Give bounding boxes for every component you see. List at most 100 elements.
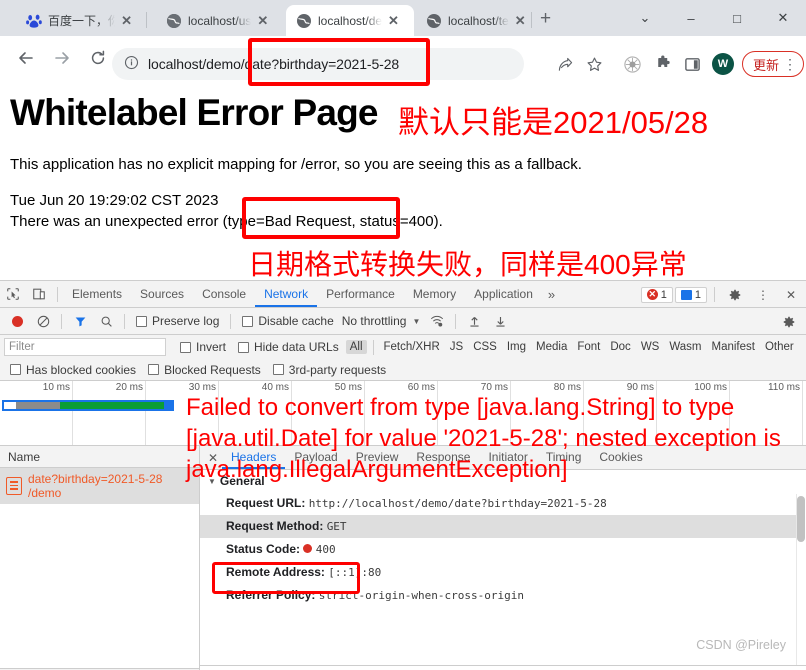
- scroll-thumb[interactable]: [797, 496, 805, 542]
- tab-close-icon-0[interactable]: ✕: [121, 14, 132, 27]
- chevron-down-icon[interactable]: ▼: [412, 317, 420, 326]
- incognito-guest-icon[interactable]: [618, 49, 648, 79]
- filter-type-media[interactable]: Media: [532, 340, 571, 354]
- filter-type-css[interactable]: CSS: [469, 340, 501, 354]
- checkbox-box: [238, 341, 250, 353]
- request-name: date?birthday=2021-5-28 /demo: [28, 472, 162, 500]
- page-title: Whitelabel Error Page: [10, 92, 379, 133]
- annotation-stack-trace: Failed to convert from type [java.lang.S…: [186, 394, 781, 483]
- inspect-cursor-icon[interactable]: [0, 281, 26, 307]
- search-icon[interactable]: [93, 308, 119, 334]
- more-panels-icon[interactable]: »: [542, 287, 561, 302]
- header-row-request-url: Request URL: http://localhost/demo/date?…: [200, 492, 806, 515]
- invert-checkbox[interactable]: Invert: [180, 340, 226, 354]
- filter-type-wasm[interactable]: Wasm: [665, 340, 705, 354]
- hide-data-urls-checkbox[interactable]: Hide data URLs: [238, 340, 339, 354]
- tab-close-icon-1[interactable]: ✕: [257, 14, 268, 27]
- reload-icon[interactable]: [84, 44, 112, 72]
- record-button[interactable]: [4, 308, 30, 334]
- update-button[interactable]: 更新 ⋮: [741, 51, 804, 77]
- devtools-tab-memory[interactable]: Memory: [404, 281, 465, 307]
- annotation-date-fail: 日期格式转换失败，同样是400异常: [248, 249, 687, 280]
- browser-tab-2[interactable]: localhost/de ✕: [286, 5, 414, 36]
- filter-type-fetch-xhr[interactable]: Fetch/XHR: [380, 340, 444, 354]
- browser-tab-label-1: localhost/us: [188, 13, 252, 28]
- devtools-tab-application[interactable]: Application: [465, 281, 542, 307]
- close-window-button[interactable]: ✕: [760, 2, 806, 34]
- filter-type-doc[interactable]: Doc: [606, 340, 634, 354]
- maximize-button[interactable]: □: [714, 2, 760, 34]
- tab-divider-1: [531, 12, 532, 28]
- request-list-empty-area: [0, 504, 199, 668]
- disable-cache-checkbox[interactable]: Disable cache: [242, 314, 334, 328]
- back-icon[interactable]: [12, 44, 40, 72]
- network-settings-gear-icon[interactable]: [776, 309, 802, 335]
- export-har-icon[interactable]: [487, 308, 513, 334]
- has-blocked-cookies-checkbox[interactable]: Has blocked cookies: [10, 363, 136, 377]
- devtools-tab-elements[interactable]: Elements: [63, 281, 131, 307]
- filter-type-all[interactable]: All: [345, 340, 367, 354]
- browser-tab-3[interactable]: localhost/te ✕: [416, 5, 540, 36]
- header-row-referrer-policy: Referrer Policy: strict-origin-when-cros…: [200, 584, 806, 607]
- devtools-tabbar: Elements Sources Console Network Perform…: [0, 281, 806, 308]
- tab-close-icon-3[interactable]: ✕: [515, 14, 526, 27]
- table-row[interactable]: date?birthday=2021-5-28 /demo: [0, 468, 199, 504]
- filter-type-other[interactable]: Other: [761, 340, 798, 354]
- tab-search-icon[interactable]: ⌄: [622, 2, 668, 34]
- devtools-tabbar-right: ✕ 1 1 ⋮ ✕: [640, 281, 804, 308]
- kebab-menu-icon[interactable]: ⋮: [783, 57, 797, 71]
- kebab-menu-icon[interactable]: ⋮: [750, 282, 776, 308]
- checkbox-box: [10, 364, 21, 375]
- preserve-log-checkbox[interactable]: Preserve log: [136, 314, 219, 328]
- tab-strip: 百度一下，你 ✕ localhost/us ✕ localhost/de ✕ l…: [0, 0, 806, 36]
- detail-scrollbar[interactable]: ▲ ▼: [796, 494, 806, 670]
- error-icon: ✕: [646, 289, 658, 300]
- share-icon[interactable]: [550, 49, 580, 79]
- globe-icon: [426, 13, 442, 29]
- device-toolbar-icon[interactable]: [26, 281, 52, 307]
- header-key: Remote Address:: [226, 565, 325, 579]
- filter-type-ws[interactable]: WS: [637, 340, 664, 354]
- import-har-icon[interactable]: [461, 308, 487, 334]
- checkbox-box: [136, 315, 147, 327]
- extensions-puzzle-icon[interactable]: [648, 49, 678, 79]
- filter-type-font[interactable]: Font: [573, 340, 604, 354]
- address-bar[interactable]: localhost/demo/date?birthday=2021-5-28: [112, 48, 524, 80]
- devtools-tab-console[interactable]: Console: [193, 281, 255, 307]
- throttling-select[interactable]: No throttling: [342, 314, 407, 328]
- filter-type-manifest[interactable]: Manifest: [708, 340, 759, 354]
- filter-type-img[interactable]: Img: [503, 340, 530, 354]
- gear-icon[interactable]: [722, 282, 748, 308]
- toolbar-divider: [57, 286, 58, 302]
- side-panel-icon[interactable]: [678, 49, 708, 79]
- close-icon[interactable]: ✕: [778, 282, 804, 308]
- network-conditions-icon[interactable]: [424, 308, 450, 334]
- devtools-tab-sources[interactable]: Sources: [131, 281, 193, 307]
- star-icon[interactable]: [580, 49, 610, 79]
- filter-type-js[interactable]: JS: [446, 340, 467, 354]
- error-count-badge[interactable]: ✕ 1: [640, 286, 673, 303]
- clear-no-entry-icon[interactable]: [30, 308, 56, 334]
- minimize-button[interactable]: –: [668, 2, 714, 34]
- third-party-requests-checkbox[interactable]: 3rd-party requests: [272, 363, 386, 377]
- devtools-tab-network[interactable]: Network: [255, 281, 317, 307]
- devtools-tab-performance[interactable]: Performance: [317, 281, 404, 307]
- forward-icon[interactable]: [48, 44, 76, 72]
- browser-tab-0[interactable]: 百度一下，你 ✕: [16, 5, 140, 36]
- blocked-requests-checkbox[interactable]: Blocked Requests: [148, 363, 261, 377]
- funnel-filter-icon[interactable]: [67, 308, 93, 334]
- browser-tab-1[interactable]: localhost/us ✕: [156, 5, 280, 36]
- response-headers-section[interactable]: ▼ Response Headers View source: [200, 665, 806, 670]
- tab-divider-0: [146, 12, 147, 28]
- new-tab-button[interactable]: +: [540, 9, 551, 28]
- tab-close-icon-2[interactable]: ✕: [388, 14, 399, 27]
- request-list-pane: Name date?birthday=2021-5-28 /demo 1 req…: [0, 446, 200, 670]
- filter-input[interactable]: Filter: [4, 338, 166, 356]
- message-count-badge[interactable]: 1: [674, 286, 707, 303]
- info-circle-icon[interactable]: [124, 55, 139, 73]
- document-icon: [6, 477, 22, 495]
- window-controls: ⌄ – □ ✕: [622, 0, 806, 36]
- avatar[interactable]: W: [708, 49, 738, 79]
- column-header-name[interactable]: Name: [0, 446, 199, 468]
- has-blocked-cookies-label: Has blocked cookies: [26, 362, 137, 377]
